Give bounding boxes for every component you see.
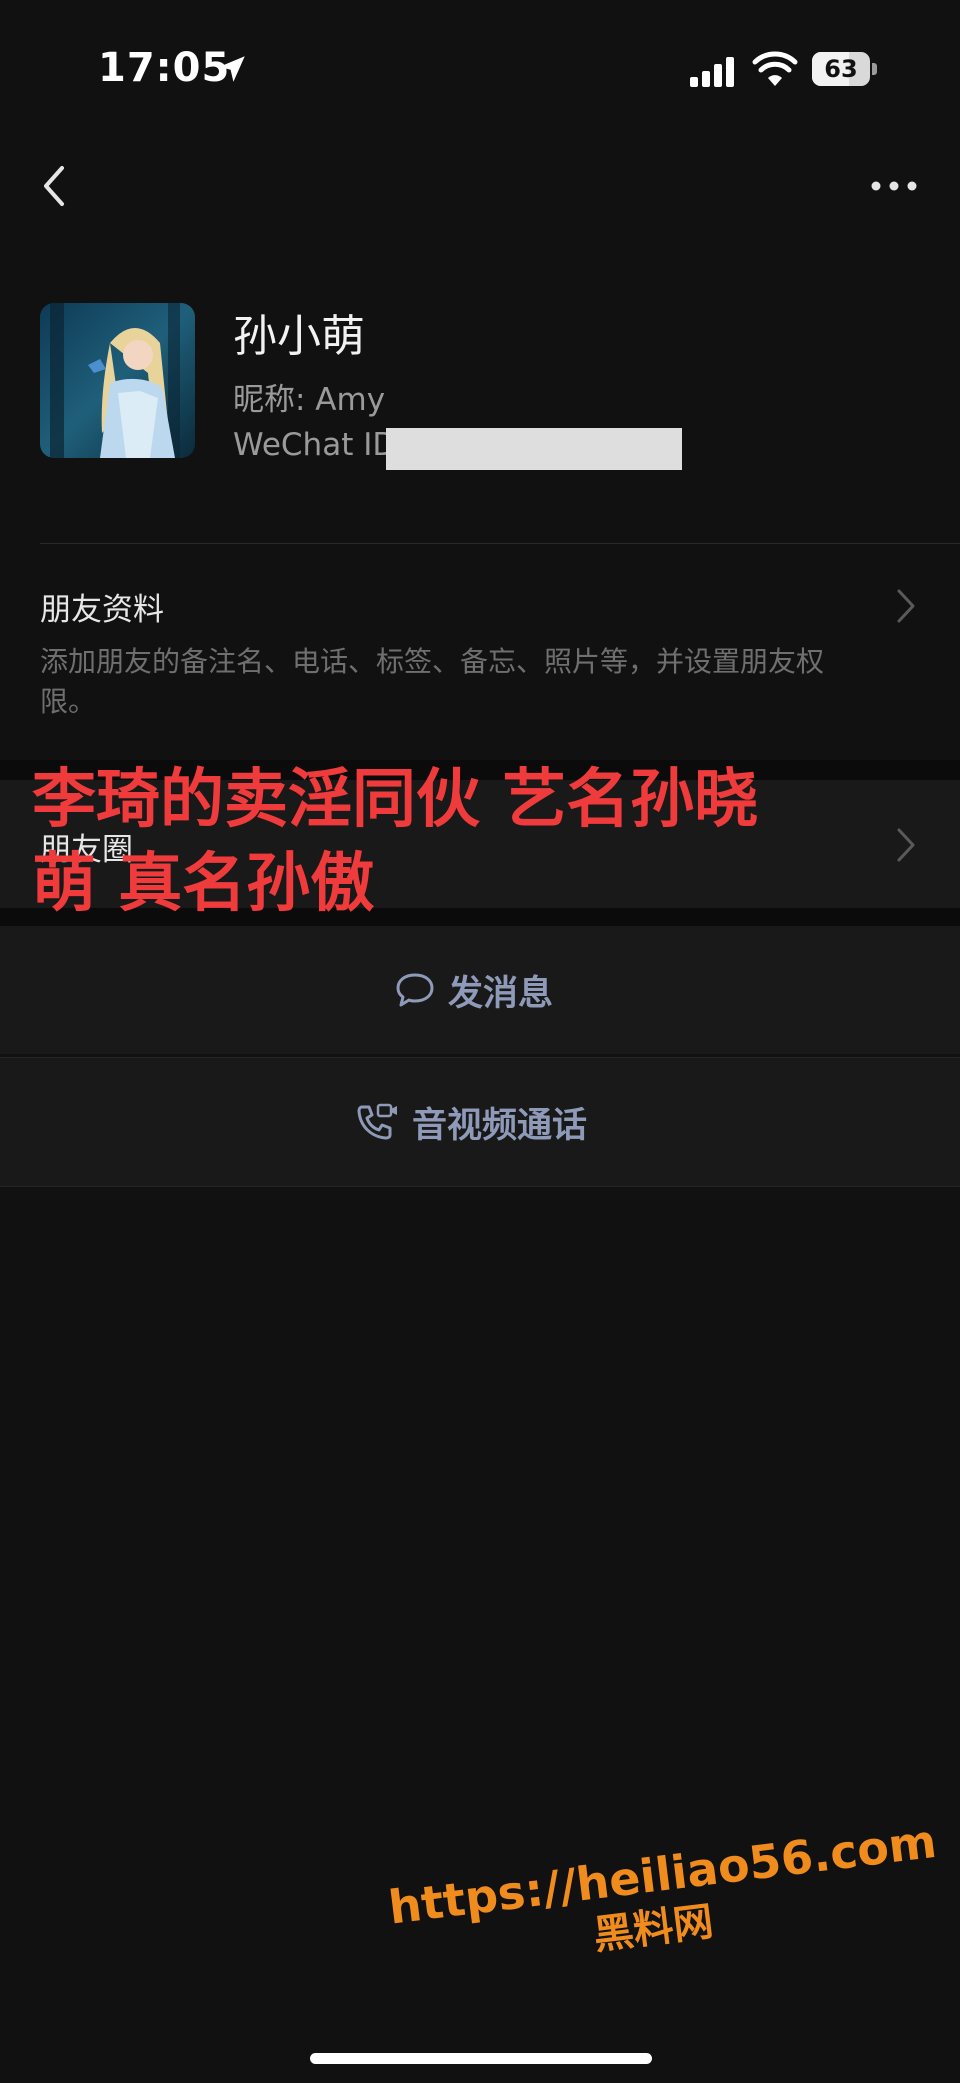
phone-video-icon	[357, 1103, 397, 1140]
voice-video-call-button[interactable]: 音视频通话	[0, 1058, 960, 1186]
battery-indicator: 63	[812, 52, 877, 86]
friend-info-title: 朋友资料	[40, 592, 164, 628]
wifi-icon	[752, 51, 798, 86]
overlay-annotation: 李琦的卖淫同伙 艺名孙晓 萌 真名孙傲	[32, 758, 932, 926]
battery-level: 63	[824, 55, 858, 83]
chevron-left-icon[interactable]	[34, 158, 74, 214]
voice-video-call-label: 音视频通话	[412, 1105, 588, 1146]
status-bar: 17:05 63	[0, 0, 960, 140]
status-time: 17:05	[98, 45, 231, 91]
profile-name: 孙小萌	[233, 311, 365, 362]
friend-info-description: 添加朋友的备注名、电话、标签、备忘、照片等，并设置朋友权限。	[40, 645, 825, 718]
overlay-line-1: 李琦的卖淫同伙 艺名孙晓	[32, 763, 759, 837]
send-message-button[interactable]: 发消息	[0, 926, 960, 1054]
watermark: https://heiliao56.com 黑料网	[385, 1814, 940, 1986]
profile-wechat-id-label: WeChat ID	[233, 427, 397, 463]
cellular-signal-icon	[690, 57, 734, 87]
home-indicator[interactable]	[310, 2053, 652, 2064]
divider	[0, 1186, 960, 1187]
profile-nickname: 昵称: Amy	[233, 382, 386, 418]
location-arrow-icon	[219, 56, 245, 82]
avatar[interactable]	[40, 303, 195, 458]
overlay-line-2: 萌 真名孙傲	[32, 847, 375, 921]
chevron-right-icon	[897, 589, 915, 623]
send-message-label: 发消息	[448, 973, 554, 1014]
wechat-id-redaction	[386, 428, 682, 470]
chat-bubble-icon	[396, 973, 434, 1007]
more-dots-icon[interactable]	[868, 166, 920, 206]
